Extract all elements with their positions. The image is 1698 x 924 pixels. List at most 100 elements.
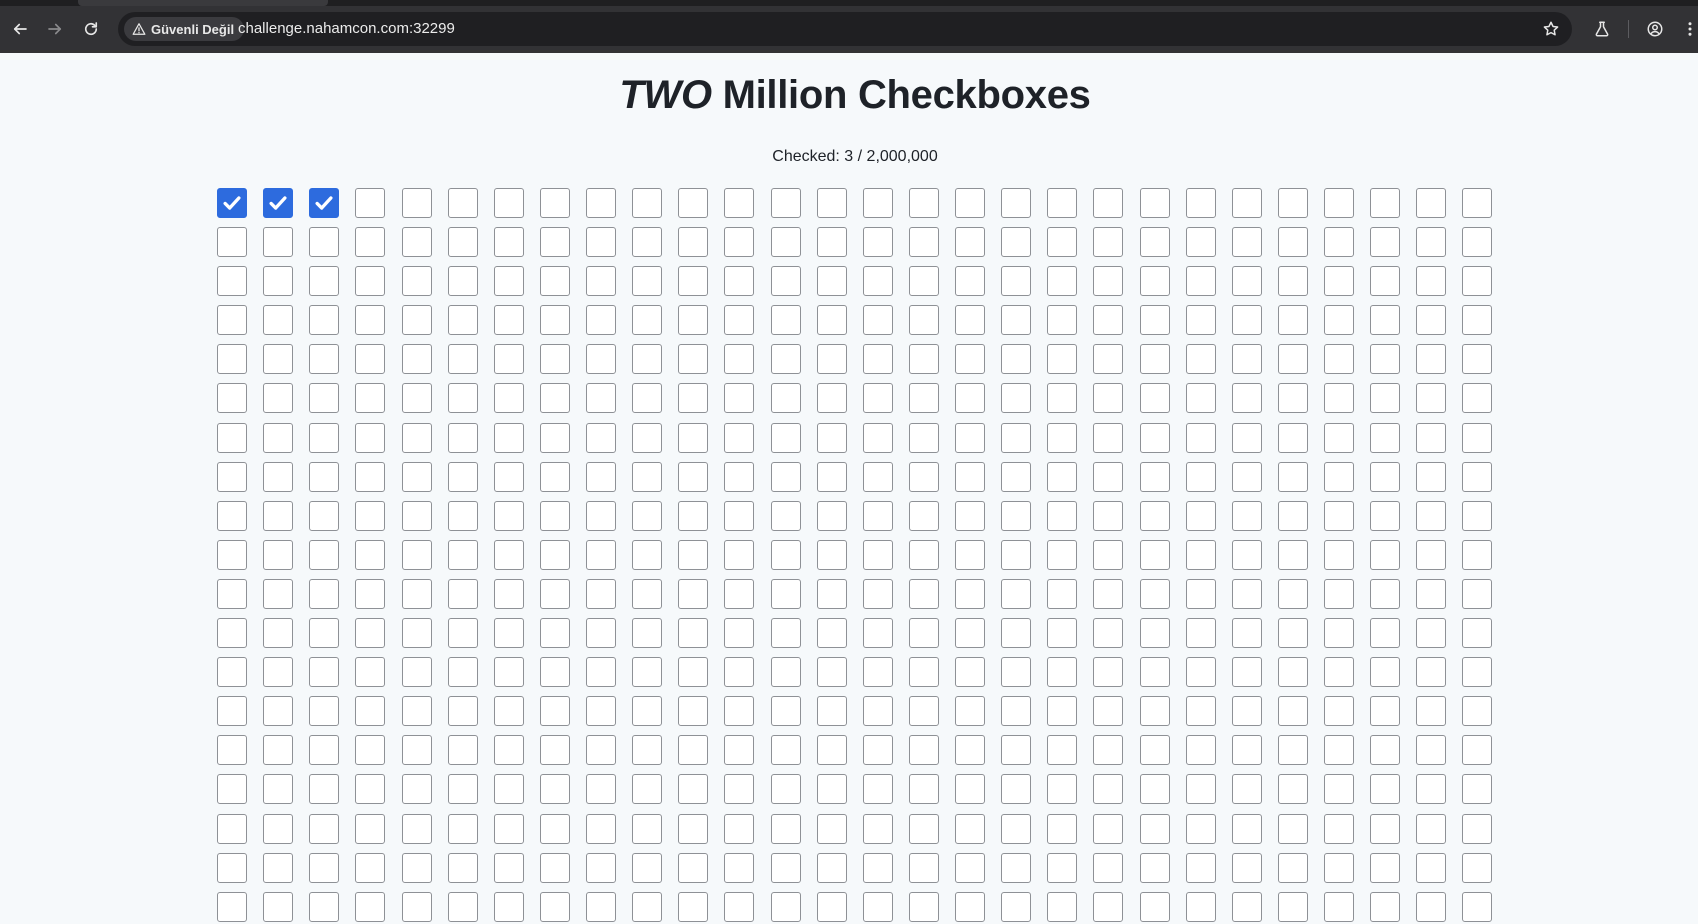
checkbox[interactable] (1370, 305, 1401, 336)
checkbox[interactable] (816, 657, 847, 688)
checkbox[interactable] (1185, 539, 1216, 570)
checkbox[interactable] (632, 383, 663, 414)
checkbox[interactable] (678, 618, 709, 649)
checkbox[interactable] (955, 422, 985, 453)
checkbox[interactable] (1370, 813, 1401, 844)
checkbox[interactable] (217, 657, 247, 688)
checkbox[interactable] (447, 657, 478, 688)
checkbox[interactable] (586, 618, 616, 649)
checkbox[interactable] (1139, 696, 1170, 727)
checkbox[interactable] (1047, 696, 1078, 727)
checkbox[interactable] (770, 422, 801, 453)
checkbox[interactable] (1001, 227, 1032, 258)
checkbox[interactable] (1139, 774, 1170, 805)
checkbox[interactable] (1001, 305, 1032, 336)
checkbox[interactable] (217, 696, 247, 727)
checkbox[interactable] (678, 813, 709, 844)
checkbox[interactable] (1185, 500, 1216, 531)
checkbox[interactable] (1462, 813, 1493, 844)
checkbox[interactable] (217, 227, 247, 258)
checkbox[interactable] (1370, 696, 1401, 727)
checkbox[interactable] (401, 266, 432, 297)
checkbox[interactable] (1001, 735, 1032, 766)
checkbox[interactable] (309, 227, 340, 258)
checkbox[interactable] (1139, 735, 1170, 766)
checkbox[interactable] (309, 891, 340, 922)
checkbox[interactable] (908, 500, 939, 531)
checkbox[interactable] (1185, 852, 1216, 883)
checkbox[interactable] (1277, 578, 1308, 609)
checkbox[interactable] (632, 774, 663, 805)
checkbox[interactable] (493, 618, 524, 649)
checkbox[interactable] (1231, 227, 1262, 258)
checkbox[interactable] (1231, 852, 1262, 883)
checkbox[interactable] (1001, 539, 1032, 570)
checkbox[interactable] (632, 188, 663, 218)
checkbox[interactable] (1277, 500, 1308, 531)
checkbox[interactable] (493, 383, 524, 414)
checkbox[interactable] (1277, 735, 1308, 766)
checkbox[interactable] (1093, 344, 1124, 375)
checkbox[interactable] (1139, 227, 1170, 258)
checkbox[interactable] (309, 344, 340, 375)
checkbox[interactable] (586, 813, 616, 844)
checkbox[interactable] (586, 500, 616, 531)
checkbox[interactable] (1231, 696, 1262, 727)
checkbox[interactable] (309, 735, 340, 766)
checkbox[interactable] (586, 266, 616, 297)
checkbox[interactable] (1462, 735, 1493, 766)
checkbox[interactable] (632, 578, 663, 609)
checkbox[interactable] (1093, 188, 1124, 218)
checkbox[interactable] (1416, 813, 1447, 844)
checkbox[interactable] (1277, 188, 1308, 218)
checkbox[interactable] (539, 227, 570, 258)
checkbox[interactable] (263, 305, 294, 336)
checkbox[interactable] (678, 266, 709, 297)
checkbox[interactable] (955, 852, 985, 883)
checkbox[interactable] (309, 852, 340, 883)
checkbox[interactable] (447, 852, 478, 883)
checkbox[interactable] (1324, 539, 1354, 570)
checkbox[interactable] (955, 813, 985, 844)
checkbox[interactable] (816, 539, 847, 570)
checkbox[interactable] (263, 696, 294, 727)
checkbox[interactable] (632, 539, 663, 570)
checkbox[interactable] (263, 852, 294, 883)
checkbox[interactable] (1231, 461, 1262, 492)
checkbox[interactable] (1277, 813, 1308, 844)
checkbox[interactable] (816, 344, 847, 375)
checkbox[interactable] (1093, 227, 1124, 258)
checkbox[interactable] (816, 500, 847, 531)
checkbox[interactable] (355, 422, 386, 453)
checkbox[interactable] (770, 696, 801, 727)
checkbox[interactable] (862, 305, 893, 336)
checkbox[interactable] (816, 383, 847, 414)
checkbox[interactable] (1416, 618, 1447, 649)
checkbox[interactable] (908, 305, 939, 336)
checkbox[interactable] (1001, 188, 1032, 218)
checkbox[interactable] (632, 227, 663, 258)
checkbox[interactable] (1462, 852, 1493, 883)
checkbox[interactable] (632, 735, 663, 766)
checkbox[interactable] (401, 227, 432, 258)
checkbox[interactable] (1185, 657, 1216, 688)
checkbox[interactable] (632, 813, 663, 844)
checkbox[interactable] (355, 305, 386, 336)
checkbox[interactable] (447, 500, 478, 531)
checkbox[interactable] (493, 188, 524, 218)
checkbox[interactable] (724, 344, 755, 375)
checkbox[interactable] (263, 657, 294, 688)
checkbox[interactable] (1416, 539, 1447, 570)
checkbox[interactable] (1324, 578, 1354, 609)
checkbox[interactable] (447, 305, 478, 336)
checkbox[interactable] (1139, 578, 1170, 609)
bookmark-button[interactable] (1540, 18, 1562, 40)
checkbox[interactable] (355, 461, 386, 492)
checkbox[interactable] (1416, 578, 1447, 609)
checkbox[interactable] (401, 891, 432, 922)
checkbox[interactable] (539, 891, 570, 922)
checkbox[interactable] (1462, 344, 1493, 375)
checkbox[interactable] (955, 461, 985, 492)
checkbox[interactable] (447, 266, 478, 297)
checkbox[interactable] (1139, 383, 1170, 414)
